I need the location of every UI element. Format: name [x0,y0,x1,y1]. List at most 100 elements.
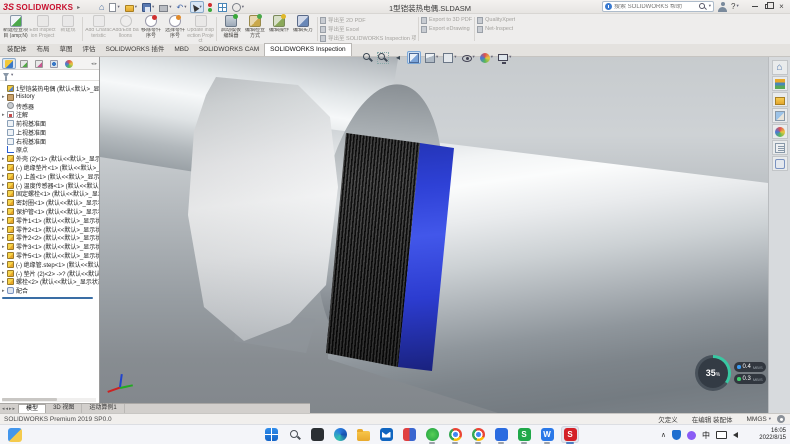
tree-end-bar[interactable] [2,297,93,299]
appearances-scenes-button[interactable] [772,124,788,139]
tree-item[interactable]: 右视基准面 [2,137,99,146]
tree-item[interactable]: ▸密封圈<1> (默认<<默认>_显示状 [2,198,99,207]
view-palette-button[interactable] [772,108,788,123]
save-button[interactable]: ▾ [141,1,155,13]
options-button[interactable]: ▾ [231,1,245,13]
tree-item[interactable]: ▸注解 [2,110,99,119]
print-button[interactable]: ▾ [158,1,172,13]
view-settings-button[interactable]: ▾ [497,51,512,64]
app-red-blue[interactable] [400,426,418,443]
hide-show-items-button[interactable]: ▾ [461,51,476,64]
zoom-to-area-button[interactable] [377,51,389,64]
export-excel-button[interactable]: 导出至 Excel [320,25,416,33]
new-rule-button[interactable]: 新建规 [56,14,80,44]
tree-item[interactable]: 传感器 [2,102,99,111]
scrollbar-thumb[interactable] [2,398,57,401]
model-tab-2[interactable]: 3D 视图 [46,404,82,414]
tree-item[interactable]: ▸零件2<2> (默认<<默认>_显示状 [2,234,99,243]
search-icon[interactable] [699,3,707,11]
3d-scene[interactable]: 35% 0.4MB/S0.3MB/S [100,57,768,413]
tree-item[interactable]: ▸(-) 垫片 (2)<2> ->? (默认<<默认 [2,269,99,278]
quick-tips-icon[interactable] [777,415,785,423]
ribbon-tab-3[interactable]: 草图 [55,44,78,56]
file-explorer[interactable] [354,426,372,443]
edit-operations-button[interactable]: 编辑操作 [267,14,291,44]
export-sw-inspection-button[interactable]: 导出至 SOLIDWORKS Inspection 项目 [320,34,416,42]
security-shield-icon[interactable] [672,430,681,440]
edit-inspection-project-button[interactable]: Edit Inspection Project [29,14,56,44]
tree-item[interactable]: 上视基准面 [2,128,99,137]
display-icon[interactable] [716,431,727,439]
tree-item[interactable]: ▸(-) 上盖<1> (默认<<默认>_显示状 [2,172,99,181]
edit-actual-button[interactable]: 编辑实方 [291,14,315,44]
volume-icon[interactable] [733,432,738,438]
tree-item[interactable]: 原点 [2,146,99,155]
status-item[interactable]: 欠定义 [658,414,678,424]
tab-scroll-arrows[interactable]: ◂◂▸▸ [0,406,18,412]
app-dark[interactable] [308,426,326,443]
solidworks-resources-button[interactable]: ⌂ [772,60,788,75]
graphics-viewport[interactable]: 35% 0.4MB/S0.3MB/S ⌂ [100,57,790,413]
remove-balloons-button[interactable]: 移除零件序号 [139,14,163,44]
search-button[interactable] [285,426,303,443]
tree-item[interactable]: ▸History [2,93,99,102]
menu-expand-arrow-icon[interactable]: ▸ [77,4,80,11]
chrome-browser[interactable] [446,426,464,443]
display-style-button[interactable]: ▾ [442,51,457,64]
tree-item[interactable]: ▸零件5<1> (默认<<默认>_显示状 [2,251,99,260]
status-item[interactable]: MMGS▾ [747,416,772,423]
ribbon-tab-7[interactable]: SOLIDWORKS CAM [194,44,264,56]
ribbon-tab-2[interactable]: 布局 [32,44,55,56]
net-inspect-button[interactable]: Net-Inspect [477,25,515,33]
tree-filter-row[interactable]: ▾ [0,70,99,81]
app-blue[interactable] [492,426,510,443]
model-tab-3[interactable]: 运动算例1 [82,404,124,414]
edge-browser[interactable] [331,426,349,443]
minimize-button[interactable] [748,0,761,13]
new-document-button[interactable]: ▾ [108,1,120,13]
propertymanager-tab[interactable] [17,58,31,69]
display-grid-button[interactable] [217,1,228,13]
ribbon-tab-8[interactable]: SOLIDWORKS Inspection [264,43,352,56]
file-explorer-button[interactable] [772,92,788,107]
tree-horizontal-scrollbar[interactable] [2,398,96,402]
configurationmanager-tab[interactable] [32,58,46,69]
custom-properties-button[interactable] [772,140,788,155]
solidworks-forum-button[interactable] [772,156,788,171]
edit-inspection-methods-button[interactable]: 编辑检查方式 [243,14,267,44]
tree-item[interactable]: ▸(-) 温度传感器<1> (默认<<默认>_ [2,181,99,190]
select-balloons-button[interactable]: 选择零件序号 [163,14,187,44]
export-edrawing-button[interactable]: Export eDrawing [421,25,472,33]
ribbon-tab-6[interactable]: MBD [169,44,193,56]
widgets-button[interactable] [8,428,22,442]
rebuild-button[interactable] [207,1,214,13]
tree-item[interactable]: ▸(-) 绝缘管.step<1> (默认<<默认> [2,260,99,269]
section-view-button[interactable] [407,51,421,64]
start-button[interactable] [262,426,280,443]
tree-item[interactable]: 1型铠装热电偶 (默认<默认>_显示状态-1 [2,84,99,93]
tree-item[interactable]: ▸零件3<1> (默认<<默认>_显示状 [2,242,99,251]
help-button[interactable]: ?▾ [731,2,739,11]
select-button[interactable]: ▾ [190,1,203,13]
featuremanager-tab[interactable] [2,58,16,69]
wps-office[interactable]: W [538,426,556,443]
app-green-s[interactable]: S [515,426,533,443]
undo-button[interactable]: ↶▾ [176,1,188,13]
tree-item[interactable]: ▸固定螺栓<1> (默认<<默认>_显示 [2,190,99,199]
home-button[interactable]: ⌂ [98,1,105,13]
outlook-mail[interactable] [377,426,395,443]
tree-item[interactable]: ▸螺栓<2> (默认<<默认>_显示状态 [2,278,99,287]
help-search-box[interactable]: ▾ [602,1,714,12]
tree-item[interactable]: ▸外壳 (2)<1> (默认<<默认>_显示状 [2,154,99,163]
filter-caret-icon[interactable]: ▾ [11,73,13,78]
design-library-button[interactable] [772,76,788,91]
tab-overflow-arrows[interactable]: ◂▸ [91,61,98,67]
qualityxpert-button[interactable]: QualityXpert [477,16,515,24]
chrome-browser-2[interactable] [469,426,487,443]
filter-funnel-icon[interactable] [3,73,9,78]
tree-item[interactable]: ▸配合 [2,286,99,295]
app-purple-icon[interactable] [687,431,696,440]
model-tab-1[interactable]: 模型 [18,404,46,414]
app-green[interactable] [423,426,441,443]
status-item[interactable]: 在编辑 装配体 [692,414,733,424]
